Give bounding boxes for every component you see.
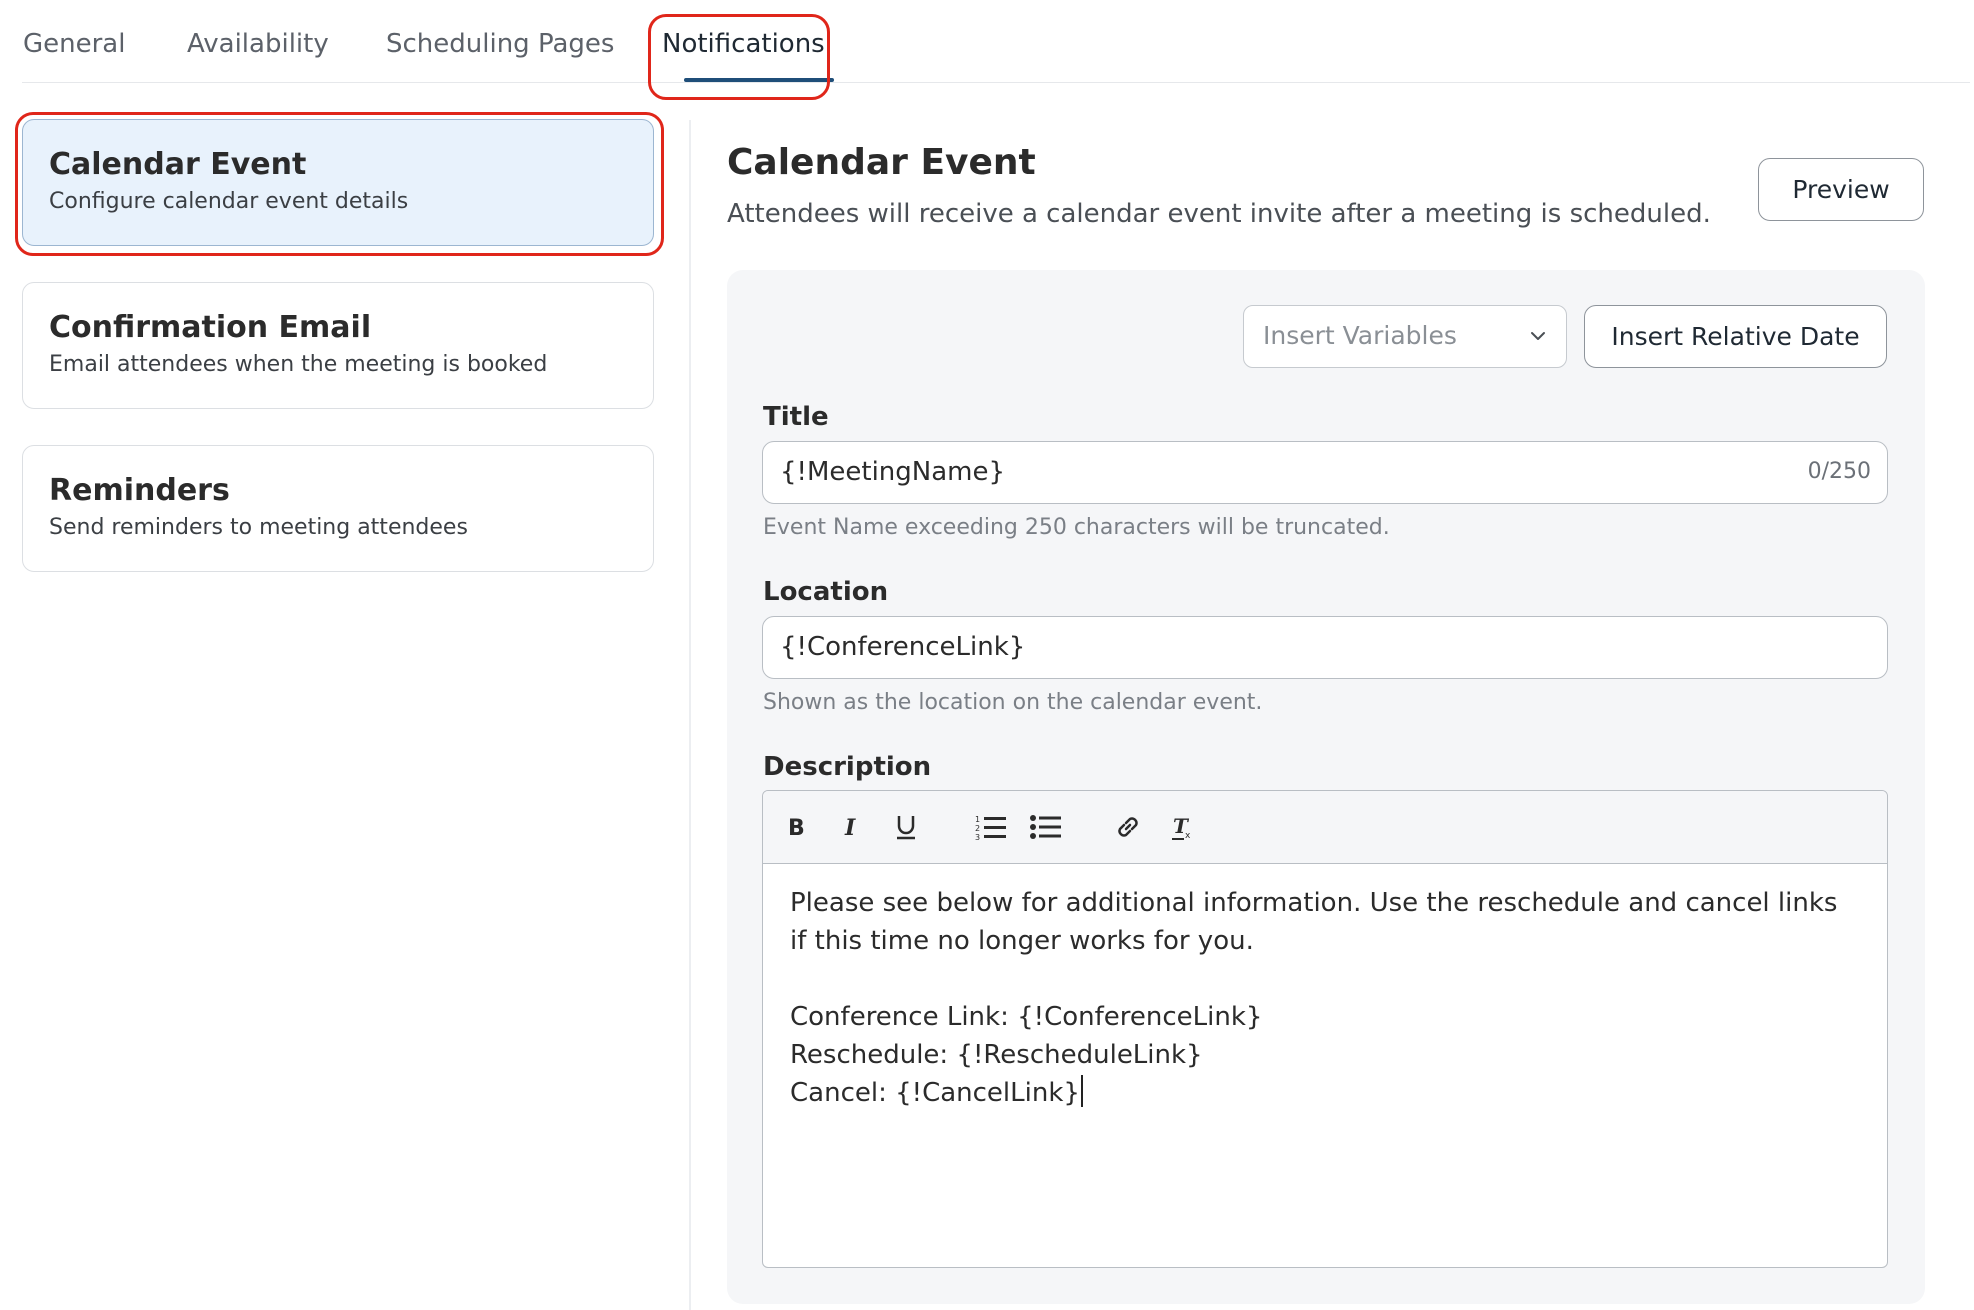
chevron-down-icon	[1531, 332, 1545, 340]
tab-bar: General Availability Scheduling Pages No…	[22, 0, 1970, 83]
location-label: Location	[763, 577, 889, 607]
clear-format-icon[interactable]: Tx	[1165, 809, 1201, 845]
italic-icon[interactable]: I	[833, 809, 869, 845]
description-label: Description	[763, 752, 932, 782]
sidebar-item-description: Send reminders to meeting attendees	[49, 515, 468, 540]
insert-relative-date-button[interactable]: Insert Relative Date	[1584, 305, 1887, 368]
sidebar-item-calendar-event[interactable]: Calendar Event Configure calendar event …	[22, 119, 654, 246]
underline-icon[interactable]	[888, 809, 924, 845]
insert-variables-placeholder: Insert Variables	[1263, 321, 1457, 350]
page-title: Calendar Event	[727, 142, 1036, 183]
notifications-settings-page: General Availability Scheduling Pages No…	[0, 0, 1974, 1310]
svg-text:x: x	[1185, 831, 1191, 841]
sidebar-item-reminders[interactable]: Reminders Send reminders to meeting atte…	[22, 445, 654, 572]
description-line: Reschedule: {!RescheduleLink}	[790, 1040, 1203, 1070]
description-editor[interactable]: B I 123 Tx Please see below for addition…	[762, 790, 1888, 1268]
svg-text:I: I	[844, 815, 856, 840]
sidebar-item-title: Confirmation Email	[49, 310, 372, 345]
numbered-list-icon[interactable]: 123	[973, 809, 1009, 845]
column-divider	[689, 120, 691, 1310]
location-help-text: Shown as the location on the calendar ev…	[763, 690, 1263, 715]
location-field[interactable]: {!ConferenceLink}	[762, 616, 1888, 679]
page-subtitle: Attendees will receive a calendar event …	[727, 199, 1711, 229]
sidebar-item-description: Email attendees when the meeting is book…	[49, 352, 548, 377]
title-field-value: {!MeetingName}	[780, 457, 1006, 487]
description-content[interactable]: Please see below for additional informat…	[790, 884, 1860, 1112]
description-line: Please see below for additional informat…	[790, 888, 1838, 956]
tab-notifications[interactable]: Notifications	[662, 24, 825, 64]
description-line	[790, 960, 1860, 998]
title-help-text: Event Name exceeding 250 characters will…	[763, 515, 1390, 540]
description-line-last: Cancel: {!CancelLink}	[790, 1074, 1860, 1112]
title-label: Title	[763, 402, 829, 432]
sidebar-item-description: Configure calendar event details	[49, 189, 409, 214]
tab-scheduling-pages[interactable]: Scheduling Pages	[386, 24, 614, 64]
description-line: Cancel: {!CancelLink}	[790, 1078, 1080, 1108]
sidebar-item-title: Calendar Event	[49, 147, 307, 182]
svg-text:1: 1	[975, 815, 980, 824]
editor-toolbar: B I 123 Tx	[763, 791, 1887, 864]
bold-icon[interactable]: B	[778, 809, 814, 845]
svg-text:3: 3	[975, 833, 980, 841]
preview-button[interactable]: Preview	[1758, 158, 1924, 221]
location-field-value: {!ConferenceLink}	[780, 632, 1026, 662]
tab-availability[interactable]: Availability	[187, 24, 329, 64]
svg-text:2: 2	[975, 824, 980, 833]
character-counter: 0/250	[1807, 459, 1871, 484]
sidebar-item-title: Reminders	[49, 473, 230, 508]
active-tab-indicator	[684, 78, 834, 82]
sidebar-item-confirmation-email[interactable]: Confirmation Email Email attendees when …	[22, 282, 654, 409]
text-cursor	[1080, 1075, 1083, 1107]
link-icon[interactable]	[1110, 809, 1146, 845]
bulleted-list-icon[interactable]	[1028, 809, 1064, 845]
svg-text:B: B	[788, 816, 805, 840]
insert-variables-select[interactable]: Insert Variables	[1243, 305, 1567, 368]
description-line: Conference Link: {!ConferenceLink}	[790, 1002, 1263, 1032]
title-field[interactable]: {!MeetingName} 0/250	[762, 441, 1888, 504]
tab-general[interactable]: General	[23, 24, 125, 64]
